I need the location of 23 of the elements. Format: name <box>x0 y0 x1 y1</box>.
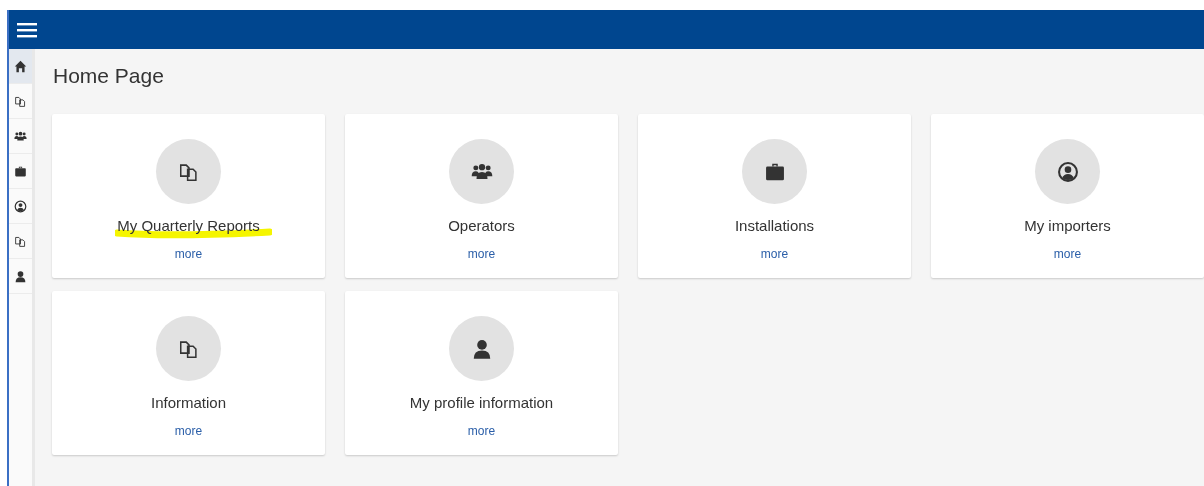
briefcase-icon <box>14 164 27 178</box>
account-icon <box>14 199 27 213</box>
more-link[interactable]: more <box>467 424 496 438</box>
documents-icon <box>14 234 27 248</box>
account-icon <box>1056 160 1079 183</box>
page-title: Home Page <box>53 64 165 88</box>
more-link[interactable]: more <box>174 247 203 261</box>
home-icon <box>14 59 27 73</box>
tile-title: Installations <box>734 217 815 234</box>
more-link[interactable]: more <box>467 247 496 261</box>
tile-title: My Quarterly Reports <box>117 217 260 234</box>
tile-title: My profile information <box>409 394 554 411</box>
tile-title: Operators <box>448 217 515 234</box>
tile-title: Information <box>150 394 226 411</box>
tile-title: My importers <box>1024 217 1111 234</box>
user-icon <box>14 269 27 283</box>
more-link[interactable]: more <box>1053 247 1082 261</box>
sidebar-item[interactable] <box>9 49 32 84</box>
more-link[interactable]: more <box>174 424 203 438</box>
documents-icon <box>14 94 27 108</box>
menu-icon <box>17 21 37 38</box>
group-icon <box>14 129 27 143</box>
more-link[interactable]: more <box>760 247 789 261</box>
